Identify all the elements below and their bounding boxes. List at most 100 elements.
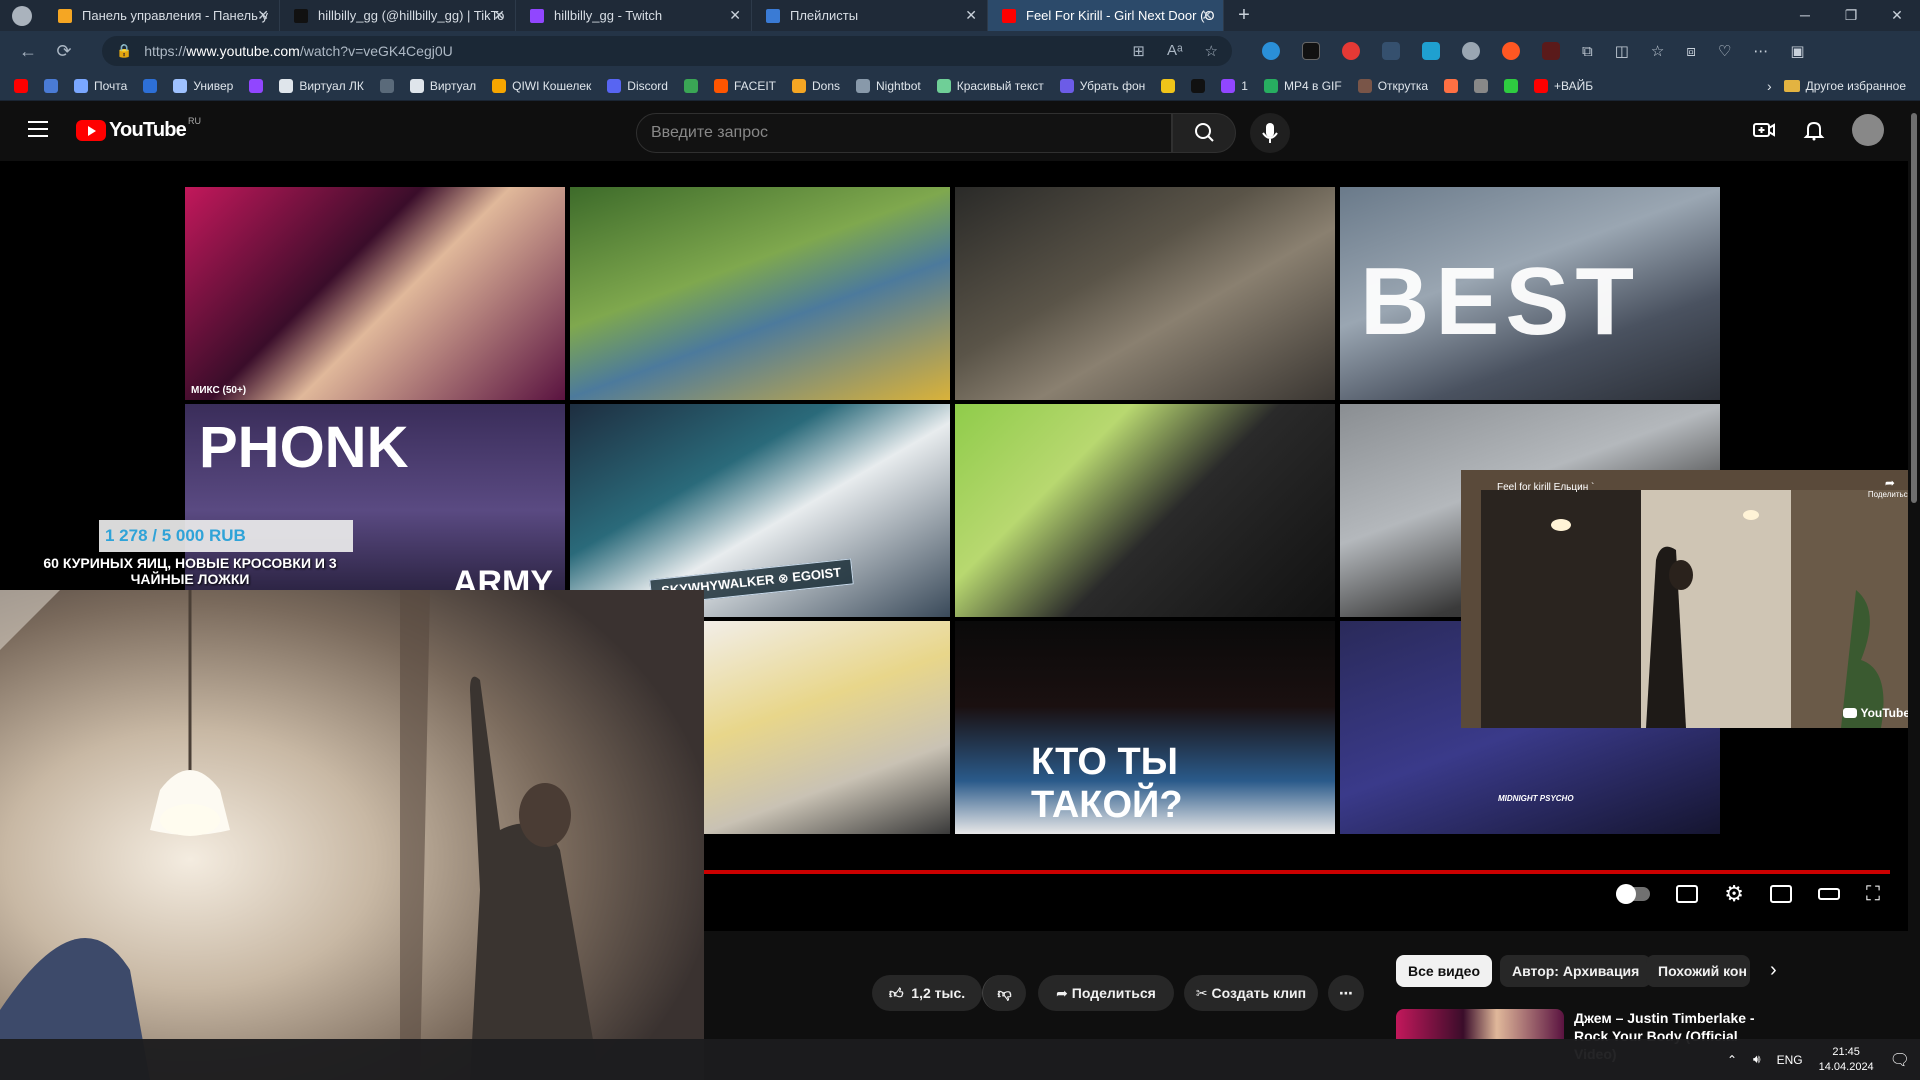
bookmark-item[interactable] — [1444, 78, 1464, 93]
settings-more-icon[interactable]: ⋯ — [1753, 42, 1768, 60]
extension-icon[interactable] — [1302, 42, 1320, 60]
bookmark-item[interactable]: Виртуал — [409, 78, 476, 93]
share-button[interactable]: ➦ Поделиться — [1038, 975, 1174, 1011]
bookmark-item[interactable]: Виртуал ЛК — [279, 78, 364, 93]
video-thumbnail[interactable] — [704, 621, 950, 834]
video-thumbnail[interactable]: BEST — [1340, 187, 1720, 400]
close-tab-icon[interactable]: ✕ — [493, 7, 505, 24]
video-progress-bar[interactable] — [704, 870, 1890, 874]
video-thumbnail[interactable] — [955, 404, 1335, 617]
bookmark-item[interactable] — [1474, 78, 1494, 93]
favorites-icon[interactable]: ☆ — [1651, 42, 1664, 60]
browser-tab[interactable]: Панель управления - Панель у ✕ — [44, 0, 280, 31]
extension-icon[interactable] — [1542, 42, 1560, 60]
scrollbar-thumb[interactable] — [1911, 113, 1917, 503]
bookmark-item[interactable]: MP4 в GIF — [1263, 78, 1342, 93]
close-tab-icon[interactable]: ✕ — [1201, 7, 1213, 24]
filter-chip[interactable]: Похожий кон — [1646, 955, 1750, 987]
notifications-bell-icon[interactable] — [1802, 118, 1826, 142]
extension-icon[interactable] — [1502, 42, 1520, 60]
close-tab-icon[interactable]: ✕ — [965, 7, 977, 24]
bookmark-item[interactable]: Discord — [607, 78, 668, 93]
filter-chip[interactable]: Все видео — [1396, 955, 1493, 987]
close-tab-icon[interactable]: ✕ — [257, 7, 269, 24]
profile-avatar[interactable] — [0, 0, 44, 31]
address-bar[interactable]: 🔒 https://www.youtube.com/watch?v=veGK4C… — [102, 36, 1232, 66]
bookmark-item[interactable]: 1 — [1221, 78, 1248, 93]
split-screen-icon[interactable]: ◫ — [1615, 42, 1629, 60]
other-bookmarks-folder[interactable]: Другое избранное — [1783, 79, 1906, 93]
theater-mode-icon[interactable] — [1818, 888, 1840, 900]
volume-icon[interactable]: 🔊︎ — [1753, 1052, 1761, 1067]
bookmark-item[interactable] — [1161, 78, 1181, 93]
performance-icon[interactable]: ♡ — [1718, 42, 1731, 60]
bookmark-item[interactable]: Универ — [173, 78, 233, 93]
minimize-button[interactable]: ─ — [1782, 0, 1828, 31]
bookmark-item[interactable] — [683, 78, 704, 93]
extension-icon[interactable] — [1262, 42, 1280, 60]
extension-icon[interactable] — [1342, 42, 1360, 60]
bookmark-item[interactable]: Красивый текст — [936, 78, 1044, 93]
sidebar-icon[interactable]: ▣ — [1790, 42, 1804, 60]
app-available-icon[interactable]: ⊞ — [1132, 42, 1145, 60]
reload-button[interactable]: ⟳ — [46, 41, 82, 62]
video-thumbnail[interactable]: МИКС (50+) — [185, 187, 565, 400]
bookmark-item[interactable] — [14, 78, 34, 93]
restore-button[interactable]: ❐ — [1828, 0, 1874, 31]
bookmark-item[interactable] — [44, 78, 64, 93]
back-button[interactable]: ← — [10, 41, 46, 62]
voice-search-button[interactable] — [1250, 113, 1290, 153]
new-tab-button[interactable]: + — [1224, 0, 1264, 31]
settings-gear-icon[interactable]: ⚙ — [1724, 883, 1744, 905]
mini-player[interactable]: Feel for kirill Ельцин ` ➦ Поделиться Yo… — [1461, 470, 1920, 728]
bookmark-item[interactable] — [1191, 78, 1211, 93]
hamburger-menu-icon[interactable] — [28, 121, 48, 137]
close-tab-icon[interactable]: ✕ — [729, 7, 741, 24]
miniplayer-icon[interactable] — [1770, 885, 1792, 903]
bookmark-item[interactable]: QIWI Кошелек — [492, 78, 591, 93]
bookmark-item[interactable]: Dons — [792, 78, 840, 93]
language-indicator[interactable]: ENG — [1777, 1053, 1803, 1067]
chips-next-chevron-icon[interactable]: › — [1770, 959, 1777, 982]
video-thumbnail[interactable] — [570, 187, 950, 400]
mini-player-share[interactable]: ➦ Поделиться — [1868, 476, 1912, 499]
youtube-logo[interactable]: YouTube RU — [76, 116, 201, 142]
page-scrollbar[interactable] — [1908, 101, 1920, 1039]
recommendation-item[interactable]: Джем – Justin Timberlake - Rock Your Bod… — [1396, 1009, 1896, 1062]
read-aloud-icon[interactable]: Aᵃ — [1167, 42, 1183, 60]
chevron-right-icon[interactable]: › — [1767, 78, 1772, 94]
bookmark-item[interactable]: Nightbot — [856, 78, 921, 93]
more-actions-button[interactable]: ⋯ — [1328, 975, 1364, 1011]
bookmark-item[interactable]: Открутка — [1357, 78, 1428, 93]
subtitles-icon[interactable] — [1676, 885, 1699, 903]
video-thumbnail[interactable]: КТО ТЫ ТАКОЙ? — [955, 621, 1335, 834]
favorite-star-icon[interactable]: ☆ — [1205, 42, 1218, 60]
bookmark-item[interactable] — [143, 78, 163, 93]
filter-chip[interactable]: Автор: Архивация — [1500, 955, 1652, 987]
notifications-icon[interactable]: 🗨︎ — [1890, 1050, 1910, 1070]
mini-player-youtube-brand[interactable]: YouTube — [1843, 706, 1910, 720]
create-clip-button[interactable]: ✂ Создать клип — [1184, 975, 1318, 1011]
bookmark-item[interactable]: +ВАЙБ — [1534, 78, 1593, 93]
clock[interactable]: 21:45 14.04.2024 — [1819, 1045, 1874, 1075]
account-avatar[interactable] — [1852, 114, 1884, 146]
create-video-icon[interactable] — [1752, 118, 1776, 142]
dislike-button[interactable]: 👎︎ — [982, 975, 1026, 1011]
close-window-button[interactable]: ✕ — [1874, 0, 1920, 31]
browser-tab[interactable]: Feel For Kirill - Girl Next Door (O ✕ — [988, 0, 1224, 31]
extension-icon[interactable] — [1422, 42, 1440, 60]
extensions-puzzle-icon[interactable]: ⧉ — [1582, 43, 1593, 60]
bookmark-item[interactable]: Почта — [74, 78, 127, 93]
search-button[interactable] — [1172, 113, 1236, 153]
autoplay-toggle[interactable] — [1616, 884, 1651, 904]
fullscreen-icon[interactable]: ⛶ — [1866, 884, 1880, 904]
bookmark-item[interactable]: FACEIT — [713, 78, 776, 93]
like-button[interactable]: 👍︎ 1,2 тыс. — [872, 975, 982, 1011]
search-input[interactable]: Введите запрос — [636, 113, 1172, 153]
chevron-up-icon[interactable]: ⌃ — [1727, 1053, 1737, 1067]
browser-tab[interactable]: hillbilly_gg (@hillbilly_gg) | TikTo ✕ — [280, 0, 516, 31]
extension-icon[interactable] — [1382, 42, 1400, 60]
browser-tab[interactable]: Плейлисты ✕ — [752, 0, 988, 31]
video-thumbnail[interactable] — [955, 187, 1335, 400]
extension-icon[interactable] — [1462, 42, 1480, 60]
